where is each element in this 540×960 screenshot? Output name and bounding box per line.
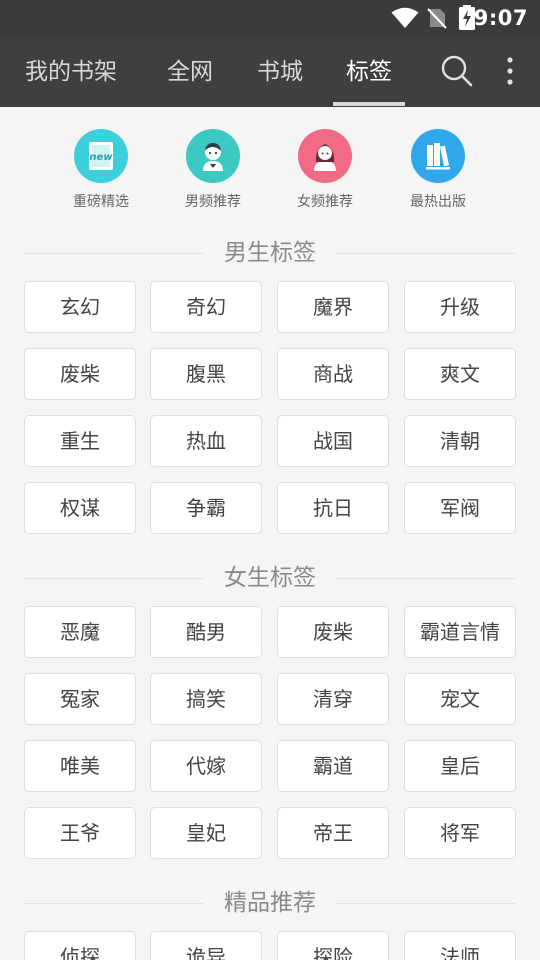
no-sim-icon	[427, 8, 447, 29]
tag-button[interactable]: 探险	[277, 931, 389, 960]
tag-button[interactable]: 唯美	[24, 740, 136, 792]
tag-button[interactable]: 诡异	[150, 931, 262, 960]
tag-button[interactable]: 爽文	[404, 348, 516, 400]
svg-text:new: new	[89, 152, 113, 163]
tag-button[interactable]: 代嫁	[150, 740, 262, 792]
tag-button[interactable]: 王爷	[24, 807, 136, 859]
divider	[336, 578, 516, 579]
tags-content: new 重磅精选 男频推荐 女频推荐 最热出版 男生标签 玄幻 奇幻 魔界 升级…	[0, 107, 540, 960]
tag-button[interactable]: 霸道言情	[404, 606, 516, 658]
section-header-premium: 精品推荐	[24, 888, 516, 918]
category-label: 女频推荐	[297, 194, 353, 210]
app-bar: 我的书架 全网 书城 标签	[0, 38, 540, 107]
category-label: 重磅精选	[73, 194, 129, 210]
tag-button[interactable]: 争霸	[150, 482, 262, 534]
wifi-icon	[391, 7, 419, 28]
tag-button[interactable]: 重生	[24, 415, 136, 467]
tag-button[interactable]: 法师	[404, 931, 516, 960]
tag-button[interactable]: 废柴	[24, 348, 136, 400]
tag-button[interactable]: 抗日	[277, 482, 389, 534]
tag-button[interactable]: 热血	[150, 415, 262, 467]
active-tab-indicator	[333, 102, 405, 106]
tag-button[interactable]: 废柴	[277, 606, 389, 658]
category-label: 男频推荐	[185, 194, 241, 210]
tag-button[interactable]: 酷男	[150, 606, 262, 658]
tag-button[interactable]: 皇后	[404, 740, 516, 792]
tag-button[interactable]: 搞笑	[150, 673, 262, 725]
tag-button[interactable]: 皇妃	[150, 807, 262, 859]
category-row: new 重磅精选 男频推荐 女频推荐 最热出版	[0, 129, 540, 219]
tab-bookshelf[interactable]: 我的书架	[16, 38, 126, 107]
tag-button[interactable]: 帝王	[277, 807, 389, 859]
section-header-male: 男生标签	[24, 238, 516, 268]
tag-button[interactable]: 商战	[277, 348, 389, 400]
tag-button[interactable]: 将军	[404, 807, 516, 859]
tab-tags[interactable]: 标签	[333, 38, 405, 107]
more-vert-icon[interactable]	[500, 54, 520, 88]
tag-button[interactable]: 奇幻	[150, 281, 262, 333]
tag-button[interactable]: 升级	[404, 281, 516, 333]
category-female[interactable]: 女频推荐	[280, 129, 370, 211]
tag-button[interactable]: 魔界	[277, 281, 389, 333]
tag-button[interactable]: 腹黑	[150, 348, 262, 400]
tag-button[interactable]: 战国	[277, 415, 389, 467]
category-hot-publish[interactable]: 最热出版	[393, 129, 483, 211]
tag-button[interactable]: 清穿	[277, 673, 389, 725]
new-book-icon: new	[74, 129, 128, 183]
tag-button[interactable]: 侦探	[24, 931, 136, 960]
girl-icon	[298, 129, 352, 183]
tag-button[interactable]: 宠文	[404, 673, 516, 725]
tag-button[interactable]: 权谋	[24, 482, 136, 534]
category-featured[interactable]: new 重磅精选	[56, 129, 146, 211]
tab-whole-web[interactable]: 全网	[155, 38, 225, 107]
divider	[336, 253, 516, 254]
tag-button[interactable]: 霸道	[277, 740, 389, 792]
category-male[interactable]: 男频推荐	[168, 129, 258, 211]
category-label: 最热出版	[410, 194, 466, 210]
tag-button[interactable]: 玄幻	[24, 281, 136, 333]
tag-button[interactable]: 清朝	[404, 415, 516, 467]
tag-button[interactable]: 军阀	[404, 482, 516, 534]
divider	[336, 903, 516, 904]
tag-button[interactable]: 冤家	[24, 673, 136, 725]
books-icon	[411, 129, 465, 183]
status-time: 9:07	[473, 6, 528, 30]
tag-button[interactable]: 恶魔	[24, 606, 136, 658]
search-icon[interactable]	[440, 54, 474, 88]
boy-icon	[186, 129, 240, 183]
section-header-female: 女生标签	[24, 563, 516, 593]
tab-bookstore[interactable]: 书城	[245, 38, 315, 107]
status-bar: 9:07	[0, 0, 540, 38]
